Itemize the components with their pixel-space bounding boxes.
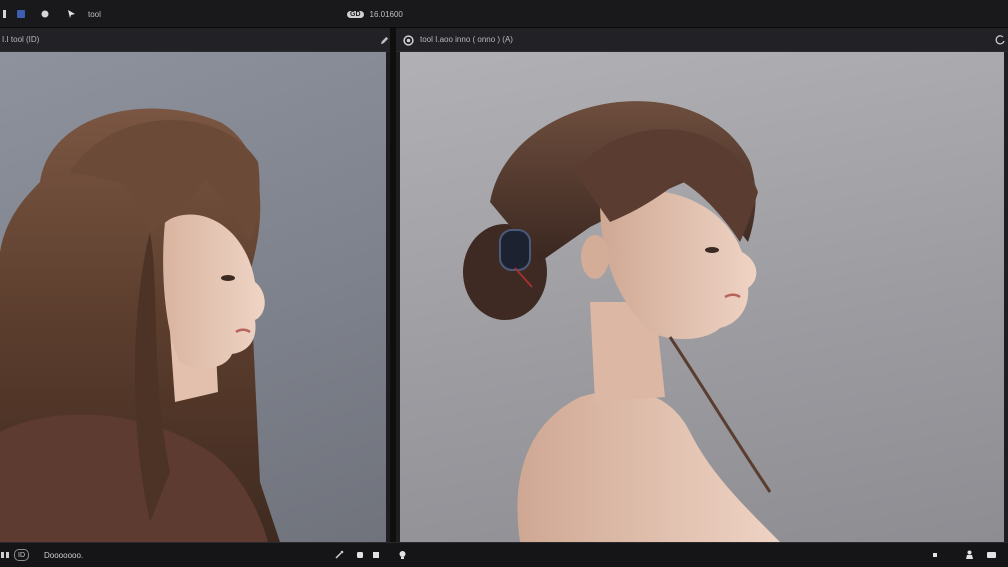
left-image-viewport[interactable] (0, 52, 386, 542)
right-panel-header: tool I.aoo inno ( onno ) (A) (396, 28, 1008, 52)
figure-icon[interactable] (965, 549, 974, 561)
settings-icon[interactable] (402, 34, 414, 46)
bottom-status-bar: ID Dooooooo. (0, 542, 1008, 567)
left-portrait-image (0, 108, 280, 542)
square-icon[interactable] (372, 549, 380, 561)
status-text: 16.01600 (369, 9, 403, 19)
left-panel-title: I.I tool (ID) (2, 35, 40, 44)
right-panel: tool I.aoo inno ( onno ) (A) (396, 28, 1008, 542)
tool-menu-label[interactable]: tool (88, 8, 101, 20)
info-icon[interactable] (2, 8, 12, 20)
circle-icon[interactable] (40, 8, 50, 20)
center-status: GD 16.01600 (347, 8, 403, 20)
status-badge: GD (347, 10, 364, 18)
top-toolbar: tool GD 16.01600 (0, 0, 1008, 28)
bulb-icon[interactable] (398, 549, 407, 561)
grid-icon[interactable] (0, 549, 10, 561)
status-id-badge[interactable]: ID (14, 549, 29, 561)
right-image-viewport[interactable] (400, 52, 1004, 542)
status-left-text: Dooooooo. (44, 550, 84, 560)
right-portrait-image (463, 101, 780, 542)
left-panel: I.I tool (ID) (0, 28, 390, 542)
blue-square-icon[interactable] (16, 8, 26, 20)
pencil-icon[interactable] (378, 34, 390, 46)
left-panel-header: I.I tool (ID) (0, 28, 390, 52)
stop-icon[interactable] (356, 549, 364, 561)
chat-icon[interactable] (986, 549, 997, 561)
brush-icon[interactable] (334, 549, 344, 561)
right-panel-title: tool I.aoo inno ( onno ) (A) (420, 35, 513, 44)
pointer-icon[interactable] (66, 8, 76, 20)
dot-icon[interactable] (932, 549, 938, 561)
refresh-icon[interactable] (994, 34, 1006, 46)
